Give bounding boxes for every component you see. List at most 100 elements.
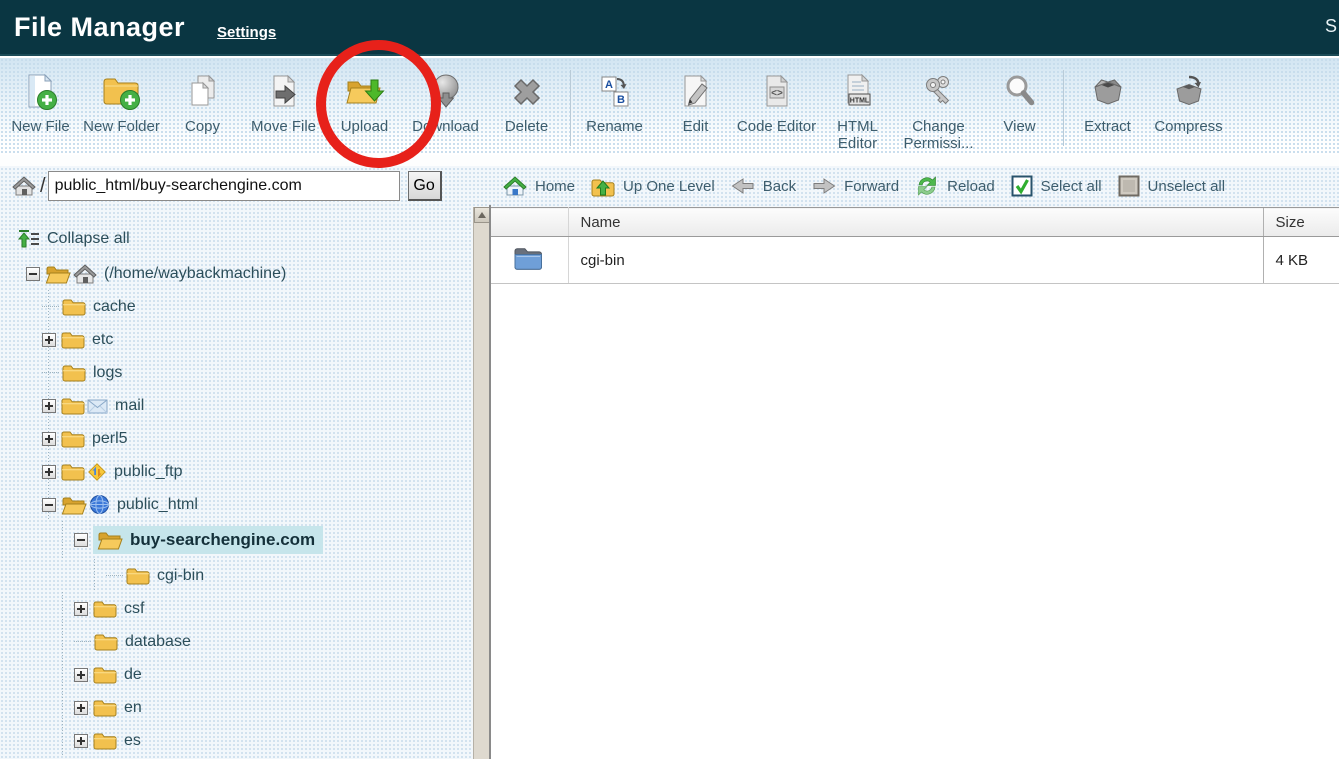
code-editor-button[interactable]: <> Code Editor <box>736 70 817 135</box>
move-file-button[interactable]: Move File <box>243 70 324 135</box>
rename-button[interactable]: A B Rename <box>574 70 655 135</box>
delete-button[interactable]: Delete <box>486 70 567 135</box>
tree-item-public-html[interactable]: public_html <box>0 488 460 521</box>
collapse-expander-icon[interactable] <box>42 498 56 512</box>
home-nav-icon <box>503 175 527 197</box>
nav-label: Up One Level <box>623 178 715 195</box>
tree-scrollbar[interactable] <box>473 207 489 759</box>
collapse-expander-icon[interactable] <box>26 267 40 281</box>
change-permissions-button[interactable]: Change Permissi... <box>898 70 979 153</box>
expand-expander-icon[interactable] <box>74 602 88 616</box>
copy-button[interactable]: Copy <box>162 70 243 135</box>
folder-icon <box>61 396 85 415</box>
tree-item-label: buy-searchengine.com <box>130 530 315 550</box>
new-folder-button[interactable]: New Folder <box>81 70 162 135</box>
settings-link[interactable]: Settings <box>217 24 276 41</box>
folder-icon <box>61 330 85 349</box>
collapse-all-button[interactable]: Collapse all <box>18 221 460 257</box>
nav-label: Home <box>535 178 575 195</box>
tree-item-public-ftp[interactable]: public_ftp <box>0 455 460 488</box>
edit-icon <box>676 70 716 116</box>
new-file-button[interactable]: New File <box>0 70 81 135</box>
expand-expander-icon[interactable] <box>42 399 56 413</box>
tree-item-es[interactable]: es <box>0 724 460 757</box>
mail-icon <box>87 397 108 414</box>
tree-item-logs[interactable]: logs <box>0 356 460 389</box>
back-arrow-icon <box>731 176 755 196</box>
tree-item-label: public_html <box>117 496 198 514</box>
tree-item-label: mail <box>115 397 144 415</box>
name-column-header[interactable]: Name <box>568 208 1263 237</box>
extract-button[interactable]: Extract <box>1067 70 1148 135</box>
scroll-up-button[interactable] <box>474 207 490 223</box>
tree-item-label: csf <box>124 600 144 618</box>
edit-button[interactable]: Edit <box>655 70 736 135</box>
nav-label: Forward <box>844 178 899 195</box>
triangle-up-icon <box>478 212 486 218</box>
compress-button[interactable]: Compress <box>1148 70 1229 135</box>
up-one-level-button[interactable]: Up One Level <box>591 176 715 197</box>
tree-connector <box>106 575 123 576</box>
back-button[interactable]: Back <box>731 176 796 196</box>
file-table-header: Name Size <box>491 208 1339 237</box>
tree-item-csf[interactable]: csf <box>0 592 460 625</box>
main-toolbar: New File New Folder <box>0 58 1339 155</box>
forward-button[interactable]: Forward <box>812 176 899 196</box>
expand-expander-icon[interactable] <box>74 701 88 715</box>
home-nav-button[interactable]: Home <box>503 175 575 197</box>
tree-item-mail[interactable]: mail <box>0 389 460 422</box>
table-row-cgi-bin[interactable]: cgi-bin 4 KB <box>491 237 1339 284</box>
folder-icon <box>62 363 86 382</box>
unselect-all-checkbox-icon <box>1118 175 1140 197</box>
upload-button[interactable]: Upload <box>324 70 405 135</box>
tree-item-cgi-bin[interactable]: cgi-bin <box>0 559 460 592</box>
expand-expander-icon[interactable] <box>42 465 56 479</box>
folder-icon <box>94 632 118 651</box>
nav-label: Back <box>763 178 796 195</box>
folder-icon <box>93 731 117 750</box>
html-editor-button[interactable]: HTML HTML Editor <box>817 70 898 153</box>
icon-column-header <box>491 208 568 237</box>
collapse-expander-icon[interactable] <box>74 533 88 547</box>
nav-label: Select all <box>1041 178 1102 195</box>
path-bar: / Go <box>0 168 442 204</box>
view-button[interactable]: View <box>979 70 1060 135</box>
expand-expander-icon[interactable] <box>42 432 56 446</box>
go-button[interactable]: Go <box>408 171 442 201</box>
tree-item-buy-searchengine[interactable]: buy-searchengine.com <box>0 521 460 559</box>
expand-expander-icon[interactable] <box>74 734 88 748</box>
download-button[interactable]: Download <box>405 70 486 135</box>
select-all-checkbox-icon <box>1011 175 1033 197</box>
home-icon <box>73 263 97 285</box>
tree-item-de[interactable]: de <box>0 658 460 691</box>
select-all-button[interactable]: Select all <box>1011 175 1102 197</box>
tree-item-etc[interactable]: etc <box>0 323 460 356</box>
svg-text:HTML: HTML <box>849 98 869 105</box>
size-column-header[interactable]: Size <box>1263 208 1339 237</box>
open-folder-icon <box>97 530 123 550</box>
up-one-level-icon <box>591 176 615 197</box>
tree-item-perl5[interactable]: perl5 <box>0 422 460 455</box>
forward-arrow-icon <box>812 176 836 196</box>
change-permissions-icon <box>919 70 959 116</box>
reload-button[interactable]: Reload <box>915 175 995 197</box>
nav-label: Reload <box>947 178 995 195</box>
file-list-pane: Home Up One Level <box>491 155 1339 759</box>
upload-icon <box>343 70 387 116</box>
toolbar-label: Extract <box>1084 118 1131 135</box>
copy-icon <box>183 70 223 116</box>
toolbar-label: Download <box>412 118 479 135</box>
toolbar-label: Move File <box>251 118 316 135</box>
unselect-all-button[interactable]: Unselect all <box>1118 175 1226 197</box>
tree-item-en[interactable]: en <box>0 691 460 724</box>
svg-text:B: B <box>617 94 625 106</box>
tree-item-cache[interactable]: cache <box>0 290 460 323</box>
compress-icon <box>1169 70 1209 116</box>
expand-expander-icon[interactable] <box>74 668 88 682</box>
tree-item-home-root[interactable]: (/home/waybackmachine) <box>0 257 460 290</box>
expand-expander-icon[interactable] <box>42 333 56 347</box>
path-input[interactable] <box>48 171 400 201</box>
tree-item-database[interactable]: database <box>0 625 460 658</box>
folder-icon <box>61 429 85 448</box>
move-file-icon <box>264 70 304 116</box>
